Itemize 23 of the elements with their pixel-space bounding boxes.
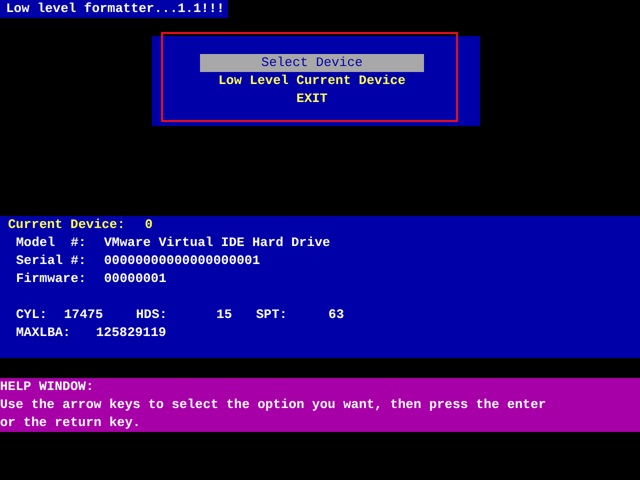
field-value: 17475	[64, 306, 104, 324]
menu-item[interactable]: Low Level Current Device	[200, 72, 424, 90]
field-value: 125829119	[96, 324, 166, 342]
field-value: 15	[215, 306, 232, 324]
device-number: 0	[144, 217, 153, 232]
field-value: 00000000000000000001	[104, 252, 260, 270]
program-title: Low level formatter...1.1!!!	[0, 0, 228, 18]
field-label: Firmware:	[16, 270, 88, 288]
menu-item[interactable]: EXIT	[200, 90, 424, 108]
field-value: VMware Virtual IDE Hard Drive	[104, 234, 330, 252]
help-text: Use the arrow keys to select the option you want, then press the enter	[0, 396, 548, 414]
field-label: SPT:	[256, 306, 288, 324]
menu-item[interactable]: Select Device	[200, 54, 424, 72]
field-label: Serial #:	[16, 252, 88, 270]
field-label: MAXLBA:	[16, 324, 72, 342]
field-value: 00000001	[104, 270, 166, 288]
help-text: or the return key.	[0, 414, 142, 432]
field-label: Model #:	[16, 234, 88, 252]
field-label: HDS:	[136, 306, 168, 324]
help-title: HELP WINDOW:	[0, 378, 95, 396]
field-label: CYL:	[16, 306, 48, 324]
device-label: Current Device:	[8, 217, 126, 232]
field-value: 63	[327, 306, 344, 324]
